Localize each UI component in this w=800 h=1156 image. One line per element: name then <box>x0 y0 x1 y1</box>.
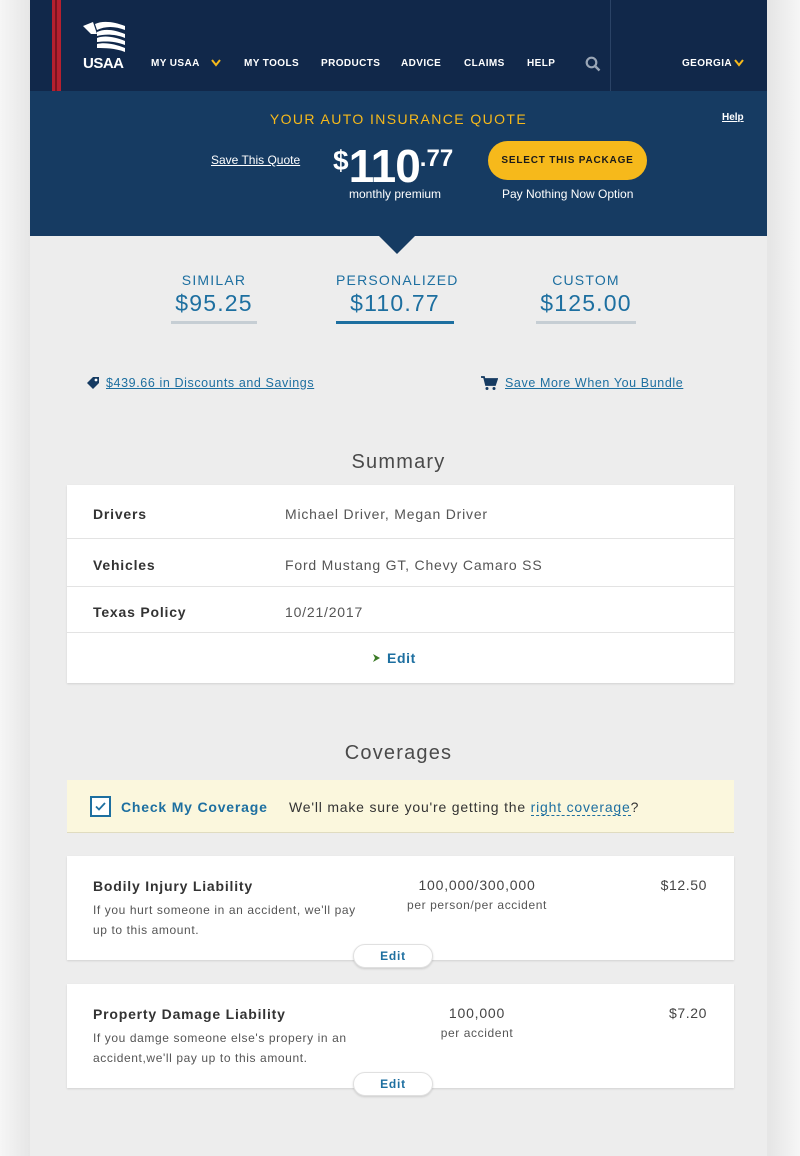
coverage-description: If you damge someone else's propery in a… <box>93 1031 347 1065</box>
package-amount: $125.00 <box>540 290 632 316</box>
logo-text: USAA <box>83 55 124 72</box>
coverage-limit: 100,000 <box>448 1005 506 1021</box>
check-coverage-text: We'll make sure you're getting the right… <box>289 799 640 816</box>
usaa-logo[interactable]: USAA <box>81 20 131 76</box>
coverage-edit-button[interactable]: Edit <box>353 944 433 968</box>
summary-edit-button[interactable]: Edit <box>387 650 416 666</box>
check-coverage-bar: Check My Coverage We'll make sure you're… <box>67 780 734 833</box>
package-personalized[interactable]: PERSONALIZED $110.77 <box>336 272 459 324</box>
nav-claims[interactable]: CLAIMS <box>464 58 505 69</box>
search-icon[interactable] <box>585 56 601 72</box>
chevron-down-icon[interactable] <box>211 59 221 67</box>
chevron-right-icon <box>373 654 380 662</box>
price-currency: $ <box>333 145 349 176</box>
nav-my-usaa[interactable]: MY USAA <box>151 58 200 69</box>
help-link[interactable]: Help <box>722 112 744 123</box>
price-cents: .77 <box>419 145 454 172</box>
package-amount: $95.25 <box>175 290 253 316</box>
summary-key: Vehicles <box>93 557 156 573</box>
summary-key: Texas Policy <box>93 604 187 620</box>
price-tag-icon <box>87 377 99 389</box>
package-underline <box>171 321 257 324</box>
price-caption: monthly premium <box>349 187 442 201</box>
coverage-limit-unit: per accident <box>440 1026 514 1040</box>
banner-pointer <box>379 236 415 254</box>
save-quote-link[interactable]: Save This Quote <box>211 153 300 167</box>
package-underline <box>336 321 454 324</box>
coverage-edit-button[interactable]: Edit <box>353 1072 433 1096</box>
nav-advice[interactable]: ADVICE <box>401 58 441 69</box>
cart-icon <box>481 376 498 390</box>
top-nav: USAA MY USAA MY TOOLS PRODUCTS ADVICE CL… <box>30 0 767 91</box>
package-custom[interactable]: CUSTOM $125.00 <box>536 272 636 324</box>
package-label: PERSONALIZED <box>336 272 459 288</box>
brand-stripe <box>52 0 61 91</box>
coverage-name: Property Damage Liability <box>93 1006 286 1022</box>
coverage-limit: 100,000/300,000 <box>418 877 536 893</box>
bundle-link[interactable]: Save More When You Bundle <box>505 376 683 390</box>
coverage-card-bodily-injury: Bodily Injury Liability If you hurt some… <box>67 856 734 968</box>
summary-value: Ford Mustang GT, Chevy Camaro SS <box>285 557 543 573</box>
summary-row-vehicles: Vehicles Ford Mustang GT, Chevy Camaro S… <box>67 539 734 587</box>
check-coverage-checkbox[interactable] <box>90 796 111 817</box>
region-selector[interactable]: GEORGIA <box>682 58 732 69</box>
checkmark-icon <box>95 802 106 811</box>
quote-banner: YOUR AUTO INSURANCE QUOTE Help Save This… <box>30 91 767 236</box>
coverage-card-property-damage: Property Damage Liability If you damge s… <box>67 984 734 1096</box>
nav-products[interactable]: PRODUCTS <box>321 58 380 69</box>
summary-edit-row[interactable]: Edit <box>67 633 734 683</box>
right-coverage-link[interactable]: right coverage <box>530 799 631 816</box>
coverage-price: $7.20 <box>668 1005 707 1021</box>
eagle-icon <box>83 21 125 52</box>
package-underline <box>536 321 636 324</box>
package-amount: $110.77 <box>350 290 440 316</box>
coverage-price: $12.50 <box>660 877 707 893</box>
nav-help[interactable]: HELP <box>527 58 555 69</box>
check-coverage-prompt: We'll make sure you're getting the <box>289 799 526 815</box>
coverage-limit-unit: per person/per accident <box>407 898 547 912</box>
price-dollars: 110 <box>348 140 421 192</box>
coverage-name: Bodily Injury Liability <box>93 878 253 894</box>
coverages-title: Coverages <box>344 742 453 764</box>
summary-key: Drivers <box>93 506 147 522</box>
chevron-down-icon[interactable] <box>734 59 744 67</box>
package-similar[interactable]: SIMILAR $95.25 <box>171 272 257 324</box>
summary-value: 10/21/2017 <box>285 604 364 620</box>
discounts-link[interactable]: $439.66 in Discounts and Savings <box>106 376 314 390</box>
check-coverage-label[interactable]: Check My Coverage <box>121 799 268 815</box>
nav-my-tools[interactable]: MY TOOLS <box>244 58 299 69</box>
summary-row-policy: Texas Policy 10/21/2017 <box>67 587 734 633</box>
summary-card: Drivers Michael Driver, Megan Driver Veh… <box>67 485 734 683</box>
package-label: CUSTOM <box>552 272 620 288</box>
package-label: SIMILAR <box>181 272 247 288</box>
page: USAA MY USAA MY TOOLS PRODUCTS ADVICE CL… <box>30 0 767 1156</box>
monthly-premium-price: $110.77 <box>333 139 453 193</box>
quote-title: YOUR AUTO INSURANCE QUOTE <box>269 111 528 127</box>
pay-nothing-option: Pay Nothing Now Option <box>502 187 634 201</box>
check-coverage-end: ? <box>630 799 640 815</box>
summary-row-drivers: Drivers Michael Driver, Megan Driver <box>67 485 734 539</box>
select-package-button[interactable]: SELECT THIS PACKAGE <box>488 141 647 180</box>
summary-value: Michael Driver, Megan Driver <box>285 506 488 522</box>
summary-title: Summary <box>351 451 446 473</box>
coverage-description: If you hurt someone in an accident, we'l… <box>93 903 356 937</box>
nav-divider <box>610 0 611 91</box>
